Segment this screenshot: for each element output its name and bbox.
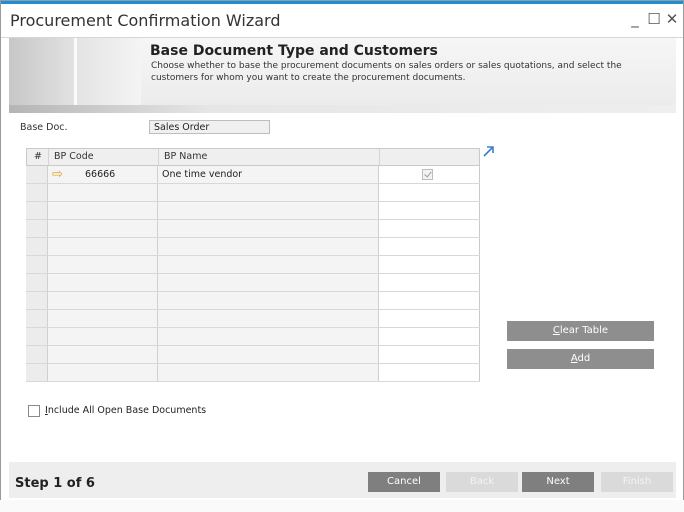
add-label: dd xyxy=(577,353,591,364)
grid-header: # BP Code BP Name xyxy=(26,148,480,166)
table-row[interactable] xyxy=(26,184,480,202)
row-number-cell xyxy=(26,364,47,381)
column-header-number[interactable]: # xyxy=(27,149,48,165)
bp-name-cell[interactable] xyxy=(157,364,378,381)
selected-cell[interactable] xyxy=(378,274,480,291)
selected-cell[interactable] xyxy=(378,364,480,381)
bp-name-cell[interactable] xyxy=(157,346,378,363)
row-number-cell xyxy=(26,292,47,309)
table-row[interactable] xyxy=(26,256,480,274)
base-doc-field[interactable]: Sales Order xyxy=(149,120,270,134)
selected-cell[interactable] xyxy=(378,292,480,309)
selected-cell[interactable] xyxy=(378,328,480,345)
clear-table-label: lear Table xyxy=(559,325,609,336)
bp-name-cell[interactable] xyxy=(157,220,378,237)
maximize-icon[interactable]: ☐ xyxy=(646,10,662,28)
bp-code-cell[interactable] xyxy=(47,292,157,309)
bp-name-cell[interactable] xyxy=(157,310,378,327)
table-row[interactable] xyxy=(26,238,480,256)
header-title: Base Document Type and Customers xyxy=(150,43,438,59)
finish-button[interactable]: Finish xyxy=(601,472,673,492)
wizard-footer: Step 1 of 6 Cancel Back Next Finish xyxy=(9,462,676,498)
bp-code-cell[interactable] xyxy=(47,274,157,291)
bp-code-cell[interactable] xyxy=(47,364,157,381)
window-title: Procurement Confirmation Wizard xyxy=(10,11,281,30)
table-row[interactable] xyxy=(26,292,480,310)
bp-code-cell[interactable] xyxy=(47,346,157,363)
table-row[interactable] xyxy=(26,364,480,382)
header-description: Choose whether to base the procurement d… xyxy=(151,61,622,83)
bp-name-cell[interactable] xyxy=(157,328,378,345)
table-row[interactable] xyxy=(26,310,480,328)
base-doc-label: Base Doc. xyxy=(20,122,68,133)
selected-cell[interactable] xyxy=(378,346,480,363)
include-open-checkbox[interactable] xyxy=(28,405,40,417)
selected-cell[interactable] xyxy=(378,184,480,201)
bp-name-cell[interactable] xyxy=(157,184,378,201)
column-header-bp-name[interactable]: BP Name xyxy=(158,149,379,165)
selected-cell[interactable] xyxy=(378,202,480,219)
header-graphic xyxy=(9,38,141,105)
selected-cell[interactable] xyxy=(378,310,480,327)
bp-name-cell[interactable] xyxy=(157,238,378,255)
wizard-header: Base Document Type and Customers Choose … xyxy=(9,38,676,105)
clear-table-button[interactable]: Clear Table xyxy=(507,321,654,341)
step-indicator: Step 1 of 6 xyxy=(15,476,95,491)
expand-icon[interactable] xyxy=(483,146,494,157)
table-row[interactable] xyxy=(26,274,480,292)
bp-name-cell[interactable]: One time vendor xyxy=(157,166,378,183)
table-row[interactable] xyxy=(26,220,480,238)
row-number-cell xyxy=(26,346,47,363)
bp-code-cell[interactable] xyxy=(47,238,157,255)
selected-cell[interactable] xyxy=(378,238,480,255)
selected-cell[interactable] xyxy=(378,220,480,237)
selected-cell[interactable] xyxy=(378,256,480,273)
table-row[interactable] xyxy=(26,328,480,346)
row-number-cell xyxy=(26,274,47,291)
arrow-right-icon[interactable]: ⇨ xyxy=(52,168,63,181)
row-number-cell xyxy=(26,310,47,327)
row-number-cell xyxy=(26,220,47,237)
bp-code-cell[interactable]: ⇨ 66666 xyxy=(47,166,157,183)
minimize-icon[interactable]: _ xyxy=(627,10,643,28)
table-row[interactable] xyxy=(26,202,480,220)
close-icon[interactable]: ✕ xyxy=(664,10,680,28)
bp-code-cell[interactable] xyxy=(47,310,157,327)
bp-name-cell[interactable] xyxy=(157,202,378,219)
bp-code-value: 66666 xyxy=(85,169,116,180)
title-bar: Procurement Confirmation Wizard _ ☐ ✕ xyxy=(1,4,683,38)
customer-grid: # BP Code BP Name ⇨ 66666 One time vendor xyxy=(26,148,480,382)
add-button[interactable]: Add xyxy=(507,349,654,369)
bp-code-cell[interactable] xyxy=(47,328,157,345)
bp-name-cell[interactable] xyxy=(157,292,378,309)
back-button[interactable]: Back xyxy=(446,472,518,492)
clear-table-mnemonic: C xyxy=(552,325,560,336)
bp-code-cell[interactable] xyxy=(47,220,157,237)
cancel-button[interactable]: Cancel xyxy=(368,472,440,492)
row-number-cell xyxy=(26,256,47,273)
row-number-cell xyxy=(26,238,47,255)
row-number-cell xyxy=(26,202,47,219)
bp-name-cell[interactable] xyxy=(157,274,378,291)
checkbox-icon[interactable] xyxy=(422,169,433,180)
bp-code-cell[interactable] xyxy=(47,256,157,273)
include-open-text: nclude All Open Base Documents xyxy=(47,405,207,416)
wizard-window: Procurement Confirmation Wizard _ ☐ ✕ Ba… xyxy=(0,0,684,512)
row-number-cell xyxy=(26,166,47,183)
row-number-cell xyxy=(26,184,47,201)
bp-code-cell[interactable] xyxy=(47,184,157,201)
column-header-bp-code[interactable]: BP Code xyxy=(48,149,158,165)
selected-cell[interactable] xyxy=(378,166,480,183)
header-divider xyxy=(9,105,676,113)
bottom-edge xyxy=(0,500,684,512)
table-row[interactable]: ⇨ 66666 One time vendor xyxy=(26,166,480,184)
bp-code-cell[interactable] xyxy=(47,202,157,219)
bp-name-cell[interactable] xyxy=(157,256,378,273)
row-number-cell xyxy=(26,328,47,345)
table-row[interactable] xyxy=(26,346,480,364)
column-header-selected[interactable] xyxy=(379,149,479,165)
include-open-label: Include All Open Base Documents xyxy=(45,405,206,416)
next-button[interactable]: Next xyxy=(522,472,594,492)
